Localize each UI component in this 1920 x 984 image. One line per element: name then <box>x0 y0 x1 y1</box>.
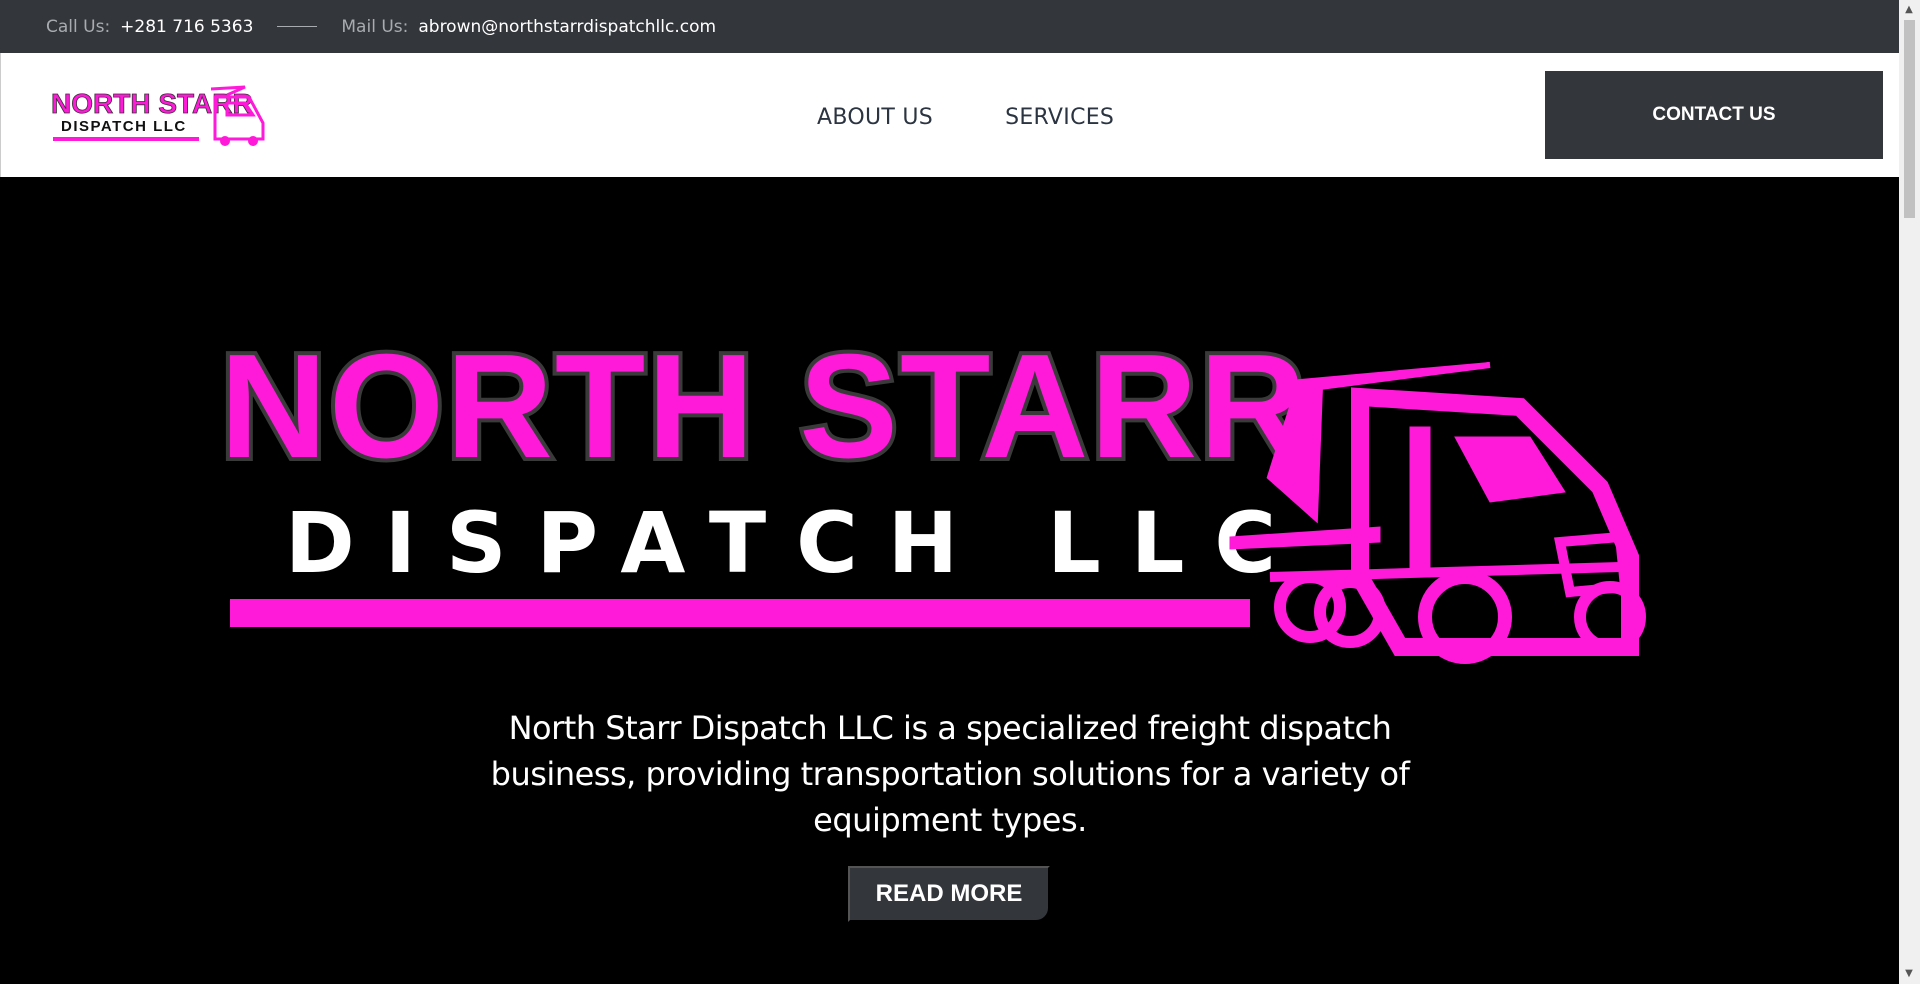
hero-description-line: equipment types. <box>813 801 1087 839</box>
hero-description: North Starr Dispatch LLC is a specialize… <box>470 705 1430 843</box>
divider <box>277 26 318 27</box>
site-header: NORTH STARR DISPATCH LLC ABOUT US SERVIC… <box>0 53 1899 177</box>
hero-description-line: North Starr Dispatch LLC is a specialize… <box>508 709 1392 747</box>
page-scrollbar[interactable]: ▲ ▼ <box>1899 0 1920 984</box>
site-logo[interactable]: NORTH STARR DISPATCH LLC <box>49 83 267 147</box>
phone-link[interactable]: +281 716 5363 <box>120 17 253 37</box>
nav-about-us[interactable]: ABOUT US <box>817 105 933 130</box>
main-nav: ABOUT US SERVICES <box>817 105 1114 130</box>
read-more-button[interactable]: READ MORE <box>848 866 1050 922</box>
scroll-thumb[interactable] <box>1904 20 1915 218</box>
nav-services[interactable]: SERVICES <box>1005 105 1114 130</box>
scroll-up-icon[interactable]: ▲ <box>1903 4 1915 16</box>
svg-text:DISPATCH LLC: DISPATCH LLC <box>285 494 1306 592</box>
svg-text:DISPATCH LLC: DISPATCH LLC <box>61 118 187 135</box>
svg-text:NORTH STARR: NORTH STARR <box>51 88 253 119</box>
hero-logo: NORTH STARR DISPATCH LLC <box>216 327 1646 664</box>
scroll-down-icon[interactable]: ▼ <box>1903 968 1915 980</box>
email-link[interactable]: abrown@northstarrdispatchllc.com <box>418 17 716 37</box>
hero-description-line: business, providing transportation solut… <box>490 755 1410 793</box>
call-label: Call Us: <box>46 16 111 37</box>
top-contact-bar: Call Us: +281 716 5363 Mail Us: abrown@n… <box>0 0 1899 53</box>
mail-label: Mail Us: <box>341 16 409 37</box>
hero-section: NORTH STARR DISPATCH LLC North Starr Dis… <box>0 177 1899 984</box>
svg-text:NORTH STARR: NORTH STARR <box>220 327 1308 489</box>
contact-us-button[interactable]: CONTACT US <box>1545 71 1883 159</box>
